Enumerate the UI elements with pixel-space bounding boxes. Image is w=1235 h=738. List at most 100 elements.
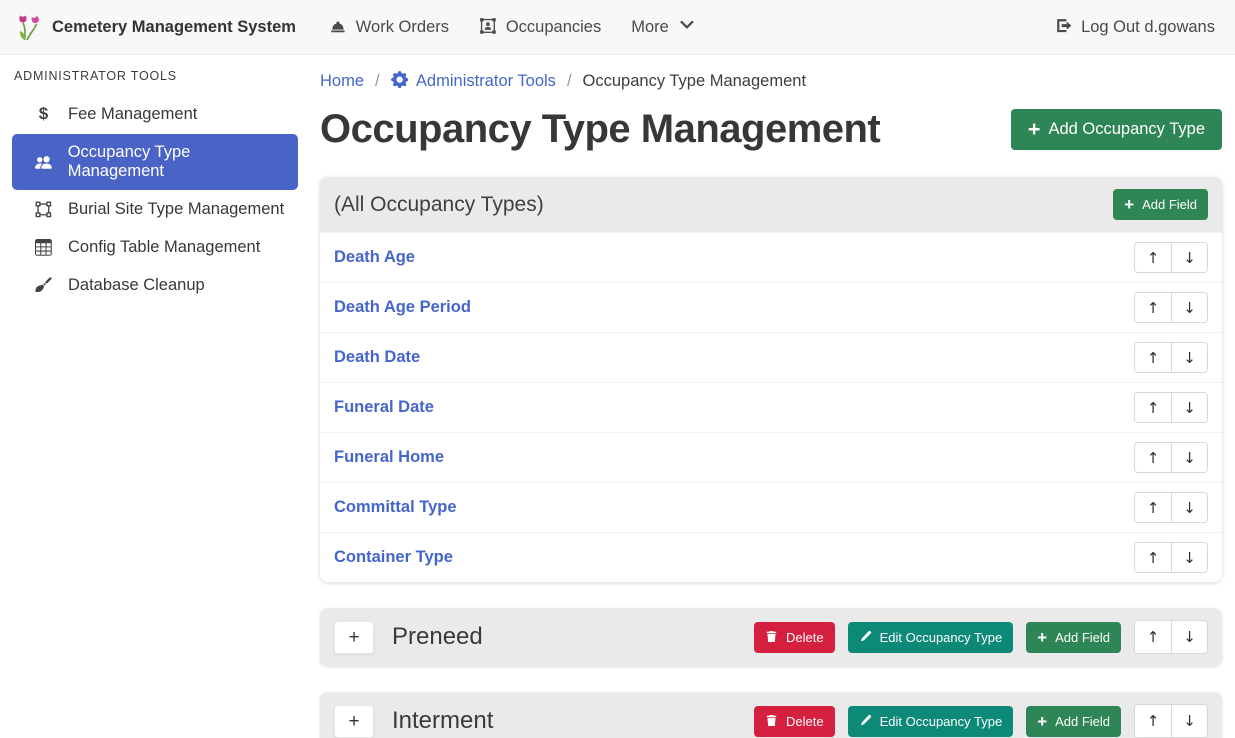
move-down-button[interactable]: ↓: [1171, 493, 1207, 522]
field-link[interactable]: Death Date: [334, 348, 420, 367]
tulip-logo-icon: [16, 9, 42, 46]
breadcrumb-admin-tools-link[interactable]: Administrator Tools: [391, 71, 556, 91]
sidebar-list: $ Fee Management Occupancy Type Manageme…: [12, 95, 298, 304]
move-up-button[interactable]: ↑: [1135, 343, 1171, 372]
add-field-label: Add Field: [1055, 714, 1110, 729]
move-down-button[interactable]: ↓: [1171, 621, 1207, 653]
move-down-button[interactable]: ↓: [1171, 393, 1207, 422]
reorder-button-group: ↑ ↓: [1134, 292, 1208, 323]
field-link[interactable]: Committal Type: [334, 498, 457, 517]
field-row: Funeral Home ↑ ↓: [320, 432, 1222, 482]
move-down-button[interactable]: ↓: [1171, 243, 1207, 272]
move-up-button[interactable]: ↑: [1135, 621, 1171, 653]
page-title: Occupancy Type Management: [320, 107, 880, 152]
sidebar-item-label: Burial Site Type Management: [68, 200, 284, 219]
pencil-icon: [859, 630, 872, 645]
frame-user-icon: [479, 17, 497, 38]
table-icon: [33, 239, 54, 256]
occupancy-type-section: + Preneed Delete Edit Occupancy Type + A…: [320, 608, 1222, 666]
logout-label: Log Out d.gowans: [1081, 18, 1215, 37]
users-icon: [33, 154, 54, 171]
move-down-button[interactable]: ↓: [1171, 293, 1207, 322]
breadcrumb-separator: /: [375, 72, 380, 91]
sidebar-item[interactable]: Burial Site Type Management: [12, 191, 298, 228]
navbar-menu: Work Orders Occupancies More: [314, 9, 711, 46]
all-types-card-header: (All Occupancy Types) + Add Field: [320, 177, 1222, 232]
edit-occupancy-type-button[interactable]: Edit Occupancy Type: [848, 622, 1014, 653]
occupancy-type-section: + Interment Delete Edit Occupancy Type +…: [320, 692, 1222, 738]
navbar-item[interactable]: More: [616, 9, 710, 46]
field-row: Death Age Period ↑ ↓: [320, 282, 1222, 332]
trash-icon: [765, 630, 778, 645]
app-title: Cemetery Management System: [52, 18, 296, 37]
plus-icon: +: [1124, 198, 1134, 212]
trash-icon: [765, 714, 778, 729]
sidebar-item-label: Occupancy Type Management: [68, 143, 288, 181]
move-up-button[interactable]: ↑: [1135, 393, 1171, 422]
navbar-item-label: More: [631, 18, 669, 37]
move-up-button[interactable]: ↑: [1135, 243, 1171, 272]
expand-section-button[interactable]: +: [334, 705, 374, 738]
field-link[interactable]: Funeral Date: [334, 398, 434, 417]
delete-label: Delete: [786, 714, 824, 729]
move-down-button[interactable]: ↓: [1171, 343, 1207, 372]
breadcrumb-home-link[interactable]: Home: [320, 72, 364, 91]
expand-section-button[interactable]: +: [334, 621, 374, 654]
sidebar-item-label: Database Cleanup: [68, 276, 205, 295]
add-field-button[interactable]: + Add Field: [1026, 622, 1121, 653]
occupancy-type-sections: + Preneed Delete Edit Occupancy Type + A…: [320, 608, 1222, 738]
sidebar-item[interactable]: Database Cleanup: [12, 267, 298, 304]
logout-icon: [1055, 17, 1072, 37]
move-down-button[interactable]: ↓: [1171, 443, 1207, 472]
add-occupancy-type-button[interactable]: + Add Occupancy Type: [1011, 109, 1222, 150]
section-name: Preneed: [392, 623, 483, 651]
navbar-item-label: Work Orders: [356, 18, 449, 37]
hard-hat-icon: [329, 17, 347, 38]
delete-button[interactable]: Delete: [754, 706, 835, 737]
navbar: Cemetery Management System Work Orders O…: [0, 0, 1235, 55]
field-row: Container Type ↑ ↓: [320, 532, 1222, 582]
field-link[interactable]: Death Age Period: [334, 298, 471, 317]
move-up-button[interactable]: ↑: [1135, 293, 1171, 322]
sidebar: ADMINISTRATOR TOOLS $ Fee Management Occ…: [0, 55, 310, 738]
main-content: Home / Administrator Tools / Occupancy T…: [310, 55, 1235, 738]
add-field-button[interactable]: + Add Field: [1026, 706, 1121, 737]
move-up-button[interactable]: ↑: [1135, 493, 1171, 522]
field-list: Death Age ↑ ↓ Death Age Period ↑ ↓ Death…: [320, 232, 1222, 582]
field-link[interactable]: Funeral Home: [334, 448, 444, 467]
move-up-button[interactable]: ↑: [1135, 543, 1171, 572]
gear-icon: [391, 71, 408, 91]
sidebar-item[interactable]: Config Table Management: [12, 229, 298, 266]
vector-square-icon: [33, 201, 54, 218]
breadcrumb-current: Occupancy Type Management: [583, 72, 807, 91]
broom-icon: [33, 277, 54, 294]
app-brand[interactable]: Cemetery Management System: [16, 9, 296, 46]
pencil-icon: [859, 714, 872, 729]
field-row: Death Age ↑ ↓: [320, 232, 1222, 282]
navbar-item-label: Occupancies: [506, 18, 601, 37]
add-field-button[interactable]: + Add Field: [1113, 189, 1208, 220]
field-row: Committal Type ↑ ↓: [320, 482, 1222, 532]
sidebar-item[interactable]: $ Fee Management: [12, 95, 298, 133]
edit-occupancy-type-button[interactable]: Edit Occupancy Type: [848, 706, 1014, 737]
chevron-down-icon: [678, 17, 696, 38]
move-up-button[interactable]: ↑: [1135, 705, 1171, 737]
sidebar-heading: ADMINISTRATOR TOOLS: [14, 69, 298, 83]
move-down-button[interactable]: ↓: [1171, 705, 1207, 737]
navbar-item[interactable]: Work Orders: [314, 9, 464, 46]
logout-button[interactable]: Log Out d.gowans: [1051, 9, 1219, 45]
field-row: Funeral Date ↑ ↓: [320, 382, 1222, 432]
move-down-button[interactable]: ↓: [1171, 543, 1207, 572]
edit-label: Edit Occupancy Type: [880, 630, 1003, 645]
field-link[interactable]: Death Age: [334, 248, 415, 267]
page-header: Occupancy Type Management + Add Occupanc…: [320, 107, 1222, 152]
move-up-button[interactable]: ↑: [1135, 443, 1171, 472]
edit-label: Edit Occupancy Type: [880, 714, 1003, 729]
delete-label: Delete: [786, 630, 824, 645]
reorder-button-group: ↑ ↓: [1134, 392, 1208, 423]
navbar-item[interactable]: Occupancies: [464, 9, 616, 46]
field-link[interactable]: Container Type: [334, 548, 453, 567]
breadcrumb-admin-tools-label: Administrator Tools: [416, 72, 556, 91]
sidebar-item[interactable]: Occupancy Type Management: [12, 134, 298, 190]
delete-button[interactable]: Delete: [754, 622, 835, 653]
